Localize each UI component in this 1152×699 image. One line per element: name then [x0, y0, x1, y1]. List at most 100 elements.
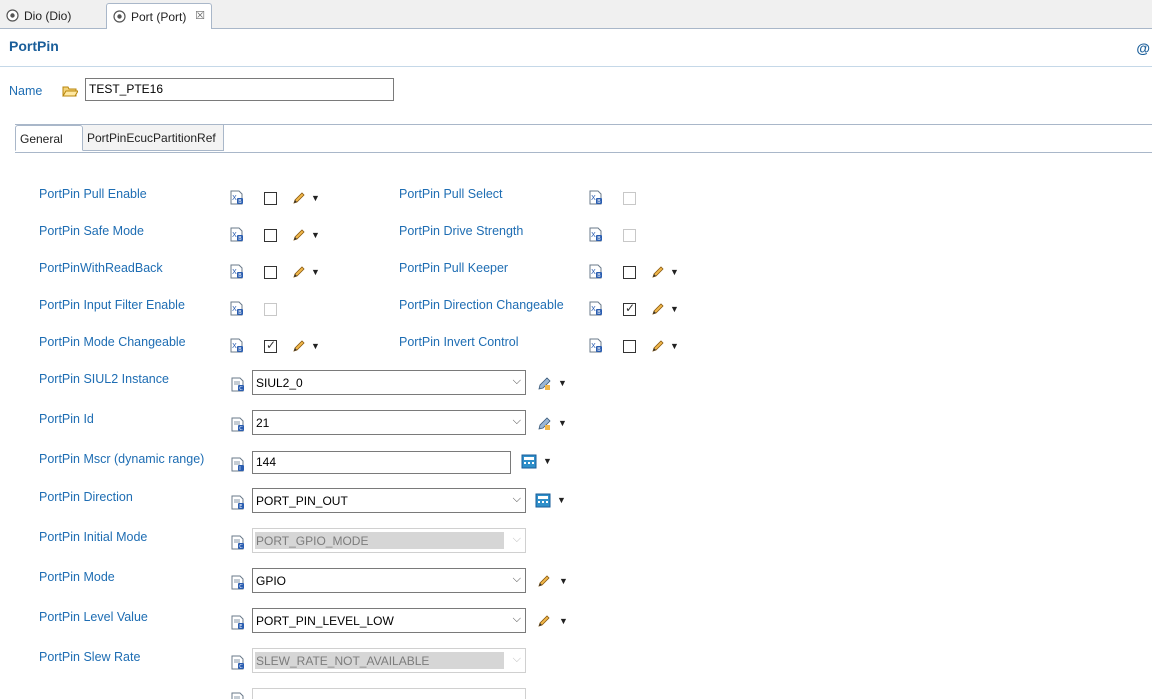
edit-value-icon[interactable]	[536, 376, 552, 391]
edit-pencil-icon[interactable]	[292, 265, 306, 279]
field-type-icon: C	[231, 377, 245, 392]
dropdown-arrow-icon[interactable]: ▼	[311, 267, 320, 277]
right-checkbox-4[interactable]	[623, 340, 636, 353]
boolean-type-icon: XB	[589, 301, 603, 316]
help-icon[interactable]: @	[1136, 40, 1150, 56]
portpin-id-label: PortPin Id	[39, 412, 94, 426]
dropdown-arrow-icon[interactable]: ▼	[558, 378, 567, 388]
dropdown-arrow-icon[interactable]: ▼	[543, 456, 552, 466]
siul2-instance-select[interactable]: SIUL2_0 ⌵	[252, 370, 526, 395]
select-value: GPIO	[256, 574, 287, 588]
svg-text:C: C	[239, 544, 243, 550]
select-value: PORT_PIN_LEVEL_LOW	[256, 614, 394, 628]
svg-text:X: X	[232, 231, 237, 239]
dropdown-arrow-icon[interactable]: ▼	[670, 267, 679, 277]
dropdown-arrow-icon[interactable]: ▼	[311, 341, 320, 351]
svg-text:X: X	[232, 268, 237, 276]
svg-text:B: B	[597, 273, 601, 279]
portpin-id-select[interactable]: 21 ⌵	[252, 410, 526, 435]
tab-general[interactable]: General	[15, 125, 83, 151]
svg-text:E: E	[239, 504, 242, 510]
edit-pencil-icon[interactable]	[292, 339, 306, 353]
mode-select[interactable]: GPIO ⌵	[252, 568, 526, 593]
direction-select[interactable]: PORT_PIN_OUT ⌵	[252, 488, 526, 513]
edit-value-icon[interactable]	[536, 416, 552, 431]
right-checkbox-0[interactable]	[623, 192, 636, 205]
edit-pencil-icon[interactable]	[537, 614, 551, 628]
portpin-mode-label: PortPin Mode	[39, 570, 115, 584]
portpin-pull-select-label: PortPin Pull Select	[399, 187, 503, 201]
boolean-type-icon: XB	[230, 301, 244, 316]
mscr-input[interactable]: 144	[252, 451, 511, 474]
svg-text:I: I	[239, 466, 240, 472]
right-checkbox-3[interactable]: ✓	[623, 301, 636, 316]
select-value: SIUL2_0	[256, 376, 303, 390]
field-type-icon: C	[231, 575, 245, 590]
dropdown-arrow-icon[interactable]: ▼	[670, 304, 679, 314]
edit-pencil-icon[interactable]	[651, 265, 665, 279]
level-value-select[interactable]: PORT_PIN_LEVEL_LOW ⌵	[252, 608, 526, 633]
dropdown-arrow-icon[interactable]: ▼	[559, 616, 568, 626]
svg-text:X: X	[232, 194, 237, 202]
svg-text:B: B	[238, 236, 242, 242]
left-checkbox-2[interactable]	[264, 266, 277, 279]
close-icon[interactable]: ☒	[195, 9, 205, 22]
calculator-icon[interactable]	[535, 493, 551, 508]
portpin-level-value-label: PortPin Level Value	[39, 610, 148, 624]
chevron-down-icon: ⌵	[512, 573, 521, 585]
slew-rate-select[interactable]: SLEW_RATE_NOT_AVAILABLE ⌵	[252, 648, 526, 673]
module-icon	[113, 10, 126, 23]
chevron-down-icon: ⌵	[512, 493, 521, 505]
svg-text:C: C	[239, 426, 243, 432]
boolean-type-icon: XB	[230, 190, 244, 205]
field-type-icon: C	[231, 655, 245, 670]
right-checkbox-2[interactable]	[623, 266, 636, 279]
left-checkbox-3[interactable]	[264, 303, 277, 316]
calculator-icon[interactable]	[521, 454, 537, 469]
right-checkbox-1[interactable]	[623, 229, 636, 242]
editor-tab-label: Port (Port)	[131, 10, 187, 24]
field-type-icon: I	[231, 457, 245, 472]
edit-pencil-icon[interactable]	[292, 228, 306, 242]
dropdown-arrow-icon[interactable]: ▼	[557, 495, 566, 505]
dropdown-arrow-icon[interactable]: ▼	[311, 230, 320, 240]
check-mark-icon: ✓	[625, 301, 636, 315]
svg-text:C: C	[239, 386, 243, 392]
edit-pencil-icon[interactable]	[651, 302, 665, 316]
select-value: SLEW_RATE_NOT_AVAILABLE	[256, 654, 430, 668]
svg-text:B: B	[597, 236, 601, 242]
dropdown-arrow-icon[interactable]: ▼	[559, 576, 568, 586]
chevron-down-icon: ⌵	[512, 533, 521, 545]
dropdown-arrow-icon[interactable]: ▼	[558, 418, 567, 428]
boolean-type-icon: XB	[589, 227, 603, 242]
field-type-icon: C	[231, 535, 245, 550]
left-checkbox-4[interactable]: ✓	[264, 338, 277, 353]
initial-mode-select[interactable]: PORT_GPIO_MODE ⌵	[252, 528, 526, 553]
svg-text:C: C	[239, 664, 243, 670]
svg-text:X: X	[232, 342, 237, 350]
name-input[interactable]: TEST_PTE16	[85, 78, 394, 101]
name-label: Name	[9, 84, 43, 98]
field-type-icon: E	[231, 495, 245, 510]
portpin-siul2-instance-label: PortPin SIUL2 Instance	[39, 372, 169, 386]
tab-portpin-ecuc-partition-ref[interactable]: PortPinEcucPartitionRef	[83, 125, 224, 151]
edit-pencil-icon[interactable]	[651, 339, 665, 353]
left-checkbox-1[interactable]	[264, 229, 277, 242]
boolean-type-icon: XB	[230, 227, 244, 242]
svg-text:B: B	[238, 347, 242, 353]
editor-tab-port[interactable]: Port (Port) ☒	[106, 3, 212, 29]
svg-text:B: B	[597, 347, 601, 353]
edit-pencil-icon[interactable]	[292, 191, 306, 205]
portpin-mscr-label: PortPin Mscr (dynamic range)	[39, 452, 205, 466]
boolean-type-icon: XB	[589, 338, 603, 353]
edit-pencil-icon[interactable]	[537, 574, 551, 588]
folder-icon[interactable]	[62, 84, 78, 98]
svg-text:E: E	[239, 624, 242, 630]
dropdown-arrow-icon[interactable]: ▼	[670, 341, 679, 351]
svg-text:X: X	[232, 305, 237, 313]
left-checkbox-0[interactable]	[264, 192, 277, 205]
dropdown-arrow-icon[interactable]: ▼	[311, 193, 320, 203]
module-icon	[6, 9, 19, 22]
editor-tab-dio[interactable]: Dio (Dio)	[0, 3, 104, 28]
next-field-select[interactable]	[252, 688, 526, 699]
